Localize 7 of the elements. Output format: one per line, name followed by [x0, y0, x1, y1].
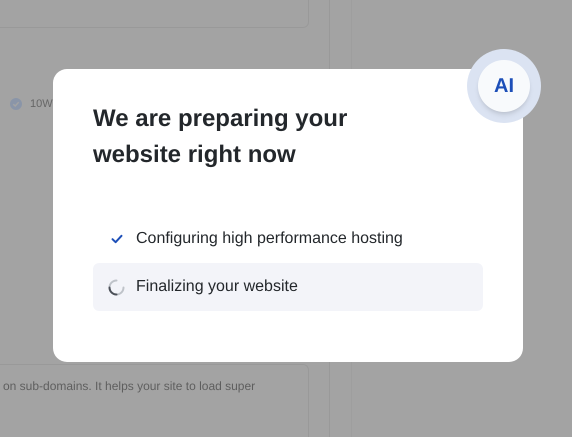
check-circle-icon [10, 98, 22, 110]
description-text: on sub-domains. It helps your site to load super [3, 378, 256, 392]
feature-label: 10W [30, 97, 53, 112]
ai-badge: AI [467, 49, 541, 123]
dialog-title: We are preparing your website right now [93, 104, 348, 170]
step-label: Configuring high performance hosting [136, 229, 403, 249]
step-label: Finalizing your website [136, 277, 298, 297]
